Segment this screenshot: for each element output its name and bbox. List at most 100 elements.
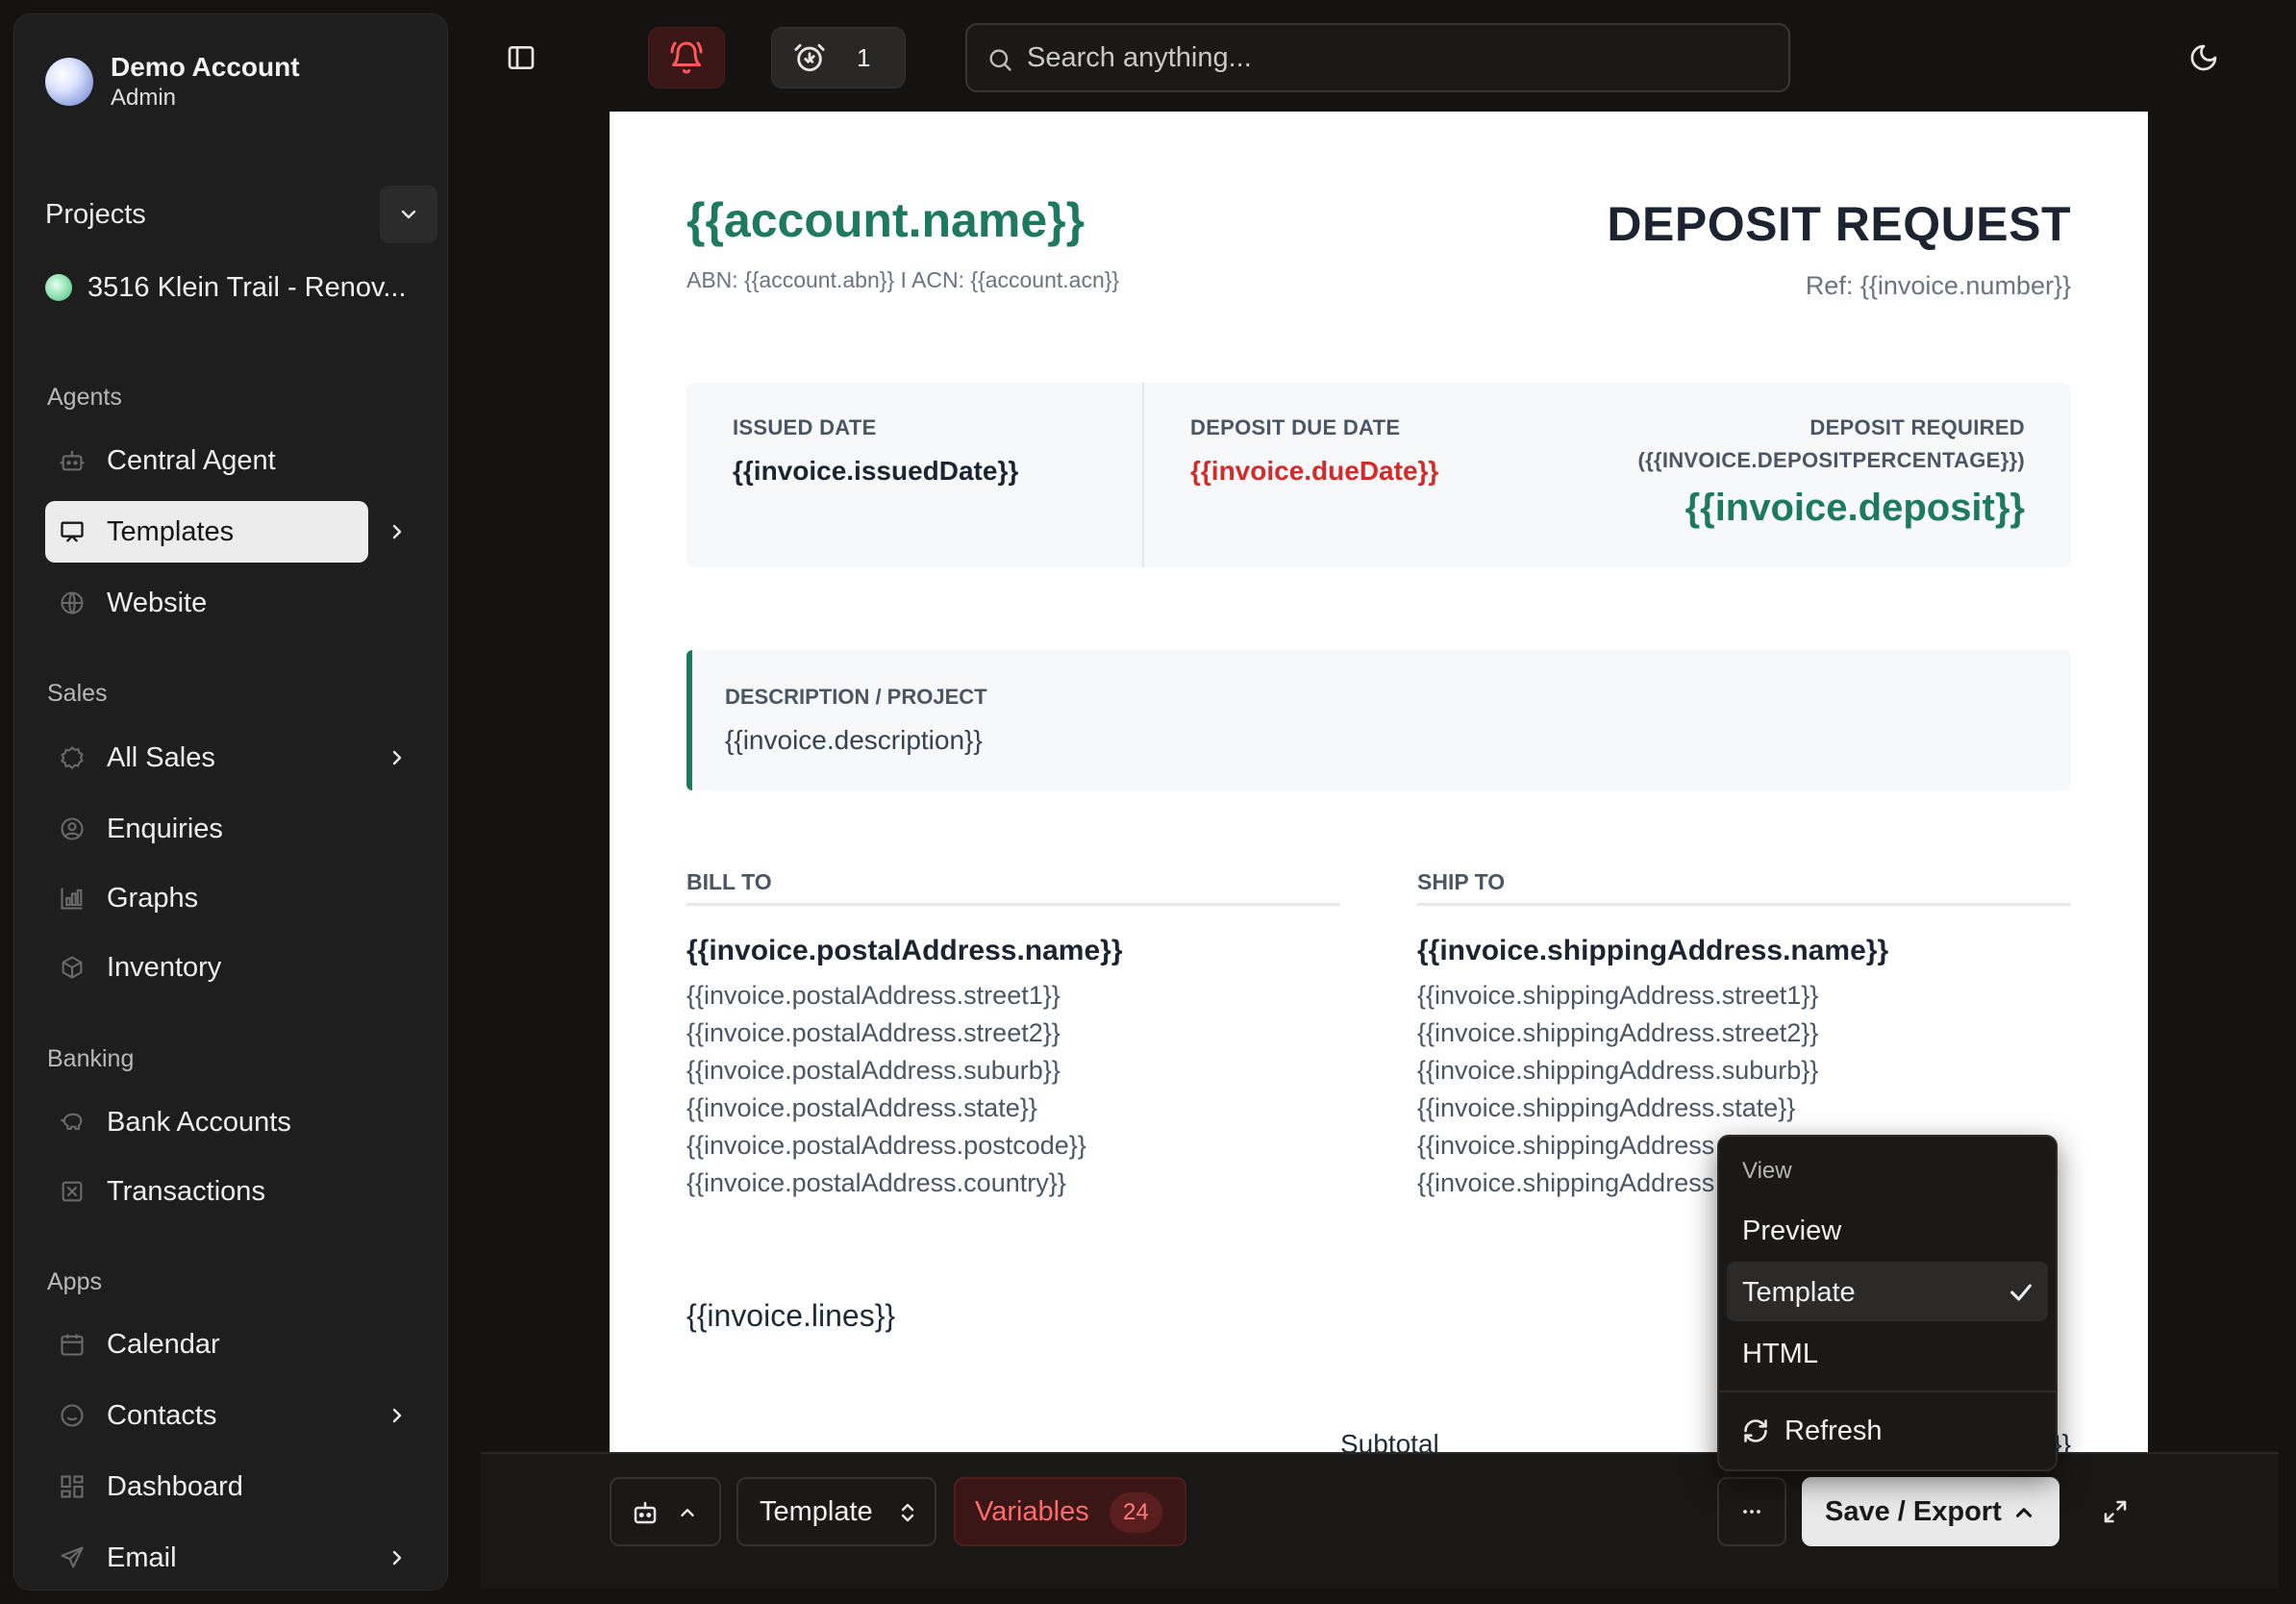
chevron-right-icon[interactable]	[386, 746, 409, 769]
project-status-dot	[45, 274, 72, 301]
sidebar-item-all-sales[interactable]: All Sales	[32, 727, 426, 789]
badge-icon	[59, 744, 86, 771]
variables-count-badge: 24	[1110, 1492, 1162, 1533]
sidebar-item-inventory[interactable]: Inventory	[32, 937, 426, 998]
sidebar-item-enquiries[interactable]: Enquiries	[32, 798, 426, 860]
section-label-sales: Sales	[47, 680, 108, 707]
save-export-button[interactable]: Save / Export	[1802, 1477, 2059, 1546]
document-ref: Ref: {{invoice.number}}	[1805, 271, 2071, 300]
ship-to-name: {{invoice.shippingAddress.name}}	[1417, 935, 1889, 966]
projects-toggle-button[interactable]	[380, 186, 437, 243]
smile-icon	[59, 1402, 86, 1429]
account-name-placeholder: {{account.name}}	[686, 193, 1086, 247]
document-title: DEPOSIT REQUEST	[1607, 197, 2071, 251]
project-item[interactable]: 3516 Klein Trail - Renov...	[45, 264, 407, 311]
sidebar-item-label: Graphs	[107, 882, 199, 914]
menu-divider	[1719, 1391, 2056, 1392]
chevron-right-icon[interactable]	[386, 1546, 409, 1569]
user-circle-icon	[59, 815, 86, 842]
projects-header: Projects	[45, 184, 437, 245]
chart-icon	[59, 885, 86, 912]
alarm-clock-icon	[794, 43, 825, 72]
menu-item-label: Template	[1742, 1277, 1856, 1308]
check-icon	[2010, 1284, 2032, 1301]
chevrons-up-down-icon	[901, 1503, 914, 1522]
reminders-button[interactable]: 1	[771, 27, 906, 88]
section-label-apps: Apps	[47, 1268, 102, 1295]
bot-icon	[634, 1501, 657, 1524]
more-horizontal-icon	[1743, 1510, 1760, 1514]
address-line: {{invoice.shippingAddress.street2}}	[1417, 1018, 1819, 1047]
notifications-button[interactable]	[648, 27, 725, 88]
bot-icon	[59, 447, 86, 474]
sidebar-toggle-button[interactable]	[500, 37, 542, 79]
ship-to-heading: SHIP TO	[1417, 869, 2071, 906]
sidebar-item-label: Dashboard	[107, 1470, 243, 1502]
sidebar-item-graphs[interactable]: Graphs	[32, 867, 426, 929]
address-line: {{invoice.postalAddress.postcode}}	[686, 1131, 1086, 1160]
issued-date-value: {{invoice.issuedDate}}	[733, 456, 1019, 486]
subtotal-label: Subtotal	[1340, 1429, 1439, 1452]
sidebar-item-label: Transactions	[107, 1175, 265, 1207]
deposit-info-box: ISSUED DATE {{invoice.issuedDate}} DEPOS…	[686, 383, 2071, 567]
receipt-icon	[59, 1178, 86, 1205]
theme-toggle-button[interactable]	[2183, 37, 2225, 79]
due-date-label: DEPOSIT DUE DATE	[1190, 415, 1401, 439]
menu-item-refresh[interactable]: Refresh	[1727, 1400, 2048, 1460]
invoice-lines-placeholder: {{invoice.lines}}	[686, 1298, 896, 1333]
search-bar[interactable]	[965, 23, 1790, 92]
sidebar-item-email[interactable]: Email	[32, 1527, 426, 1589]
agent-menu-button[interactable]	[610, 1477, 721, 1546]
sidebar-item-label: All Sales	[107, 741, 215, 773]
refresh-icon	[1744, 1419, 1767, 1442]
chevron-right-icon[interactable]	[386, 1404, 409, 1427]
view-mode-select[interactable]: Template	[736, 1477, 936, 1546]
menu-item-html[interactable]: HTML	[1727, 1323, 2048, 1383]
menu-item-template[interactable]: Template	[1727, 1262, 2048, 1321]
bell-ring-icon	[670, 41, 703, 74]
sidebar-item-bank-accounts[interactable]: Bank Accounts	[32, 1091, 426, 1153]
avatar	[45, 58, 93, 106]
variables-button[interactable]: Variables 24	[954, 1477, 1186, 1546]
variables-label: Variables	[975, 1496, 1089, 1527]
address-line: {{invoice.postalAddress.street1}}	[686, 981, 1061, 1010]
bill-to-name: {{invoice.postalAddress.name}}	[686, 935, 1123, 966]
search-input[interactable]	[1027, 38, 1777, 77]
description-value: {{invoice.description}}	[725, 725, 983, 755]
sidebar-item-label: Templates	[107, 515, 235, 547]
menu-item-label: Preview	[1742, 1216, 1842, 1246]
send-icon	[59, 1544, 86, 1571]
sidebar-item-label: Calendar	[107, 1328, 220, 1360]
sidebar-item-label: Website	[107, 587, 208, 618]
sidebar-item-label: Enquiries	[107, 813, 223, 844]
project-label: 3516 Klein Trail - Renov...	[87, 271, 407, 303]
sidebar-item-calendar[interactable]: Calendar	[32, 1314, 426, 1375]
sidebar-item-label: Bank Accounts	[107, 1106, 291, 1138]
address-line: {{invoice.postalAddress.country}}	[686, 1168, 1066, 1197]
chevron-down-icon	[401, 210, 416, 219]
deposit-percentage: ({{INVOICE.DEPOSITPERCENTAGE}})	[1637, 448, 2025, 472]
address-line: {{invoice.shippingAddress.street1}}	[1417, 981, 1819, 1010]
menu-heading: View	[1742, 1158, 1792, 1184]
account-switcher[interactable]: Demo Account Admin	[45, 43, 300, 120]
sidebar-item-contacts[interactable]: Contacts	[32, 1385, 426, 1446]
maximize-icon	[2104, 1500, 2127, 1523]
fullscreen-button[interactable]	[2096, 1492, 2134, 1531]
bill-to-section: BILL TO {{invoice.postalAddress.name}} {…	[686, 869, 1340, 1202]
piggy-bank-icon	[59, 1109, 86, 1136]
deposit-required-label: DEPOSIT REQUIRED	[1809, 415, 2025, 439]
chevron-right-icon[interactable]	[386, 520, 409, 543]
menu-item-preview[interactable]: Preview	[1727, 1200, 2048, 1260]
sidebar-item-dashboard[interactable]: Dashboard	[32, 1456, 426, 1517]
address-line: {{invoice.postalAddress.state}}	[686, 1093, 1037, 1122]
sidebar-item-label: Contacts	[107, 1399, 217, 1431]
sidebar-item-website[interactable]: Website	[32, 572, 426, 634]
globe-icon	[59, 589, 86, 616]
dashboard-icon	[59, 1473, 86, 1500]
sidebar-item-transactions[interactable]: Transactions	[32, 1161, 426, 1222]
due-date-value: {{invoice.dueDate}}	[1190, 456, 1439, 486]
sidebar-item-templates[interactable]: Templates	[32, 501, 426, 563]
sidebar-item-central-agent[interactable]: Central Agent	[32, 430, 426, 491]
more-options-button[interactable]	[1717, 1477, 1786, 1546]
search-icon	[989, 49, 1011, 71]
